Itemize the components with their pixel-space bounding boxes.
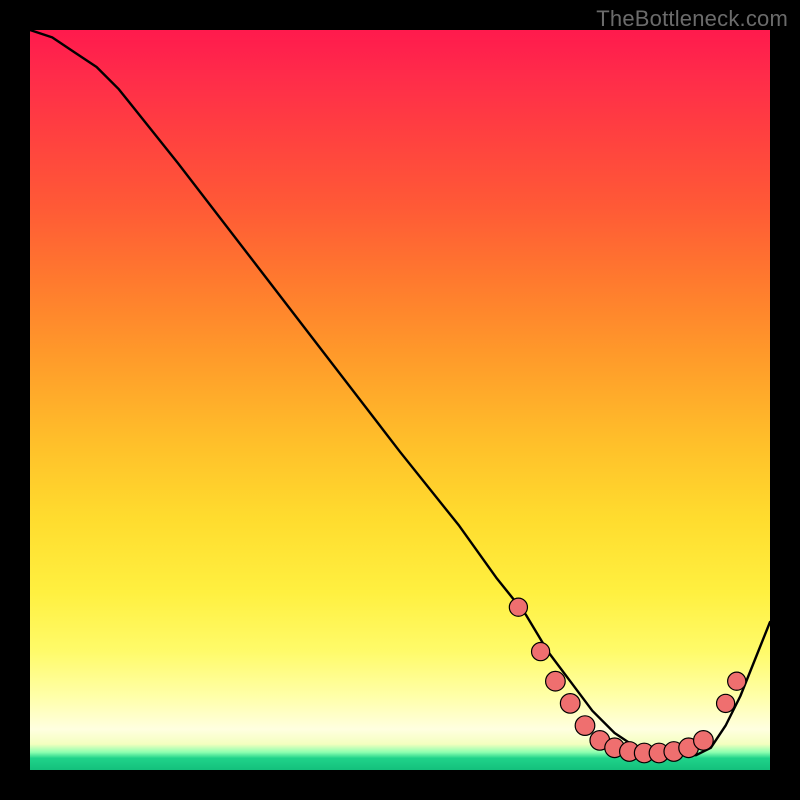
marker-dot [575,716,595,736]
marker-dot [532,643,550,661]
marker-dot [694,731,714,751]
marker-dot [509,598,527,616]
marker-dot [546,671,566,691]
chart-frame: TheBottleneck.com [0,0,800,800]
watermark-text: TheBottleneck.com [596,6,788,32]
curve-layer [30,30,770,770]
bottleneck-curve [30,30,770,755]
recommended-range-markers [509,598,745,763]
plot-area [30,30,770,770]
marker-dot [560,694,580,714]
marker-dot [717,694,735,712]
marker-dot [728,672,746,690]
